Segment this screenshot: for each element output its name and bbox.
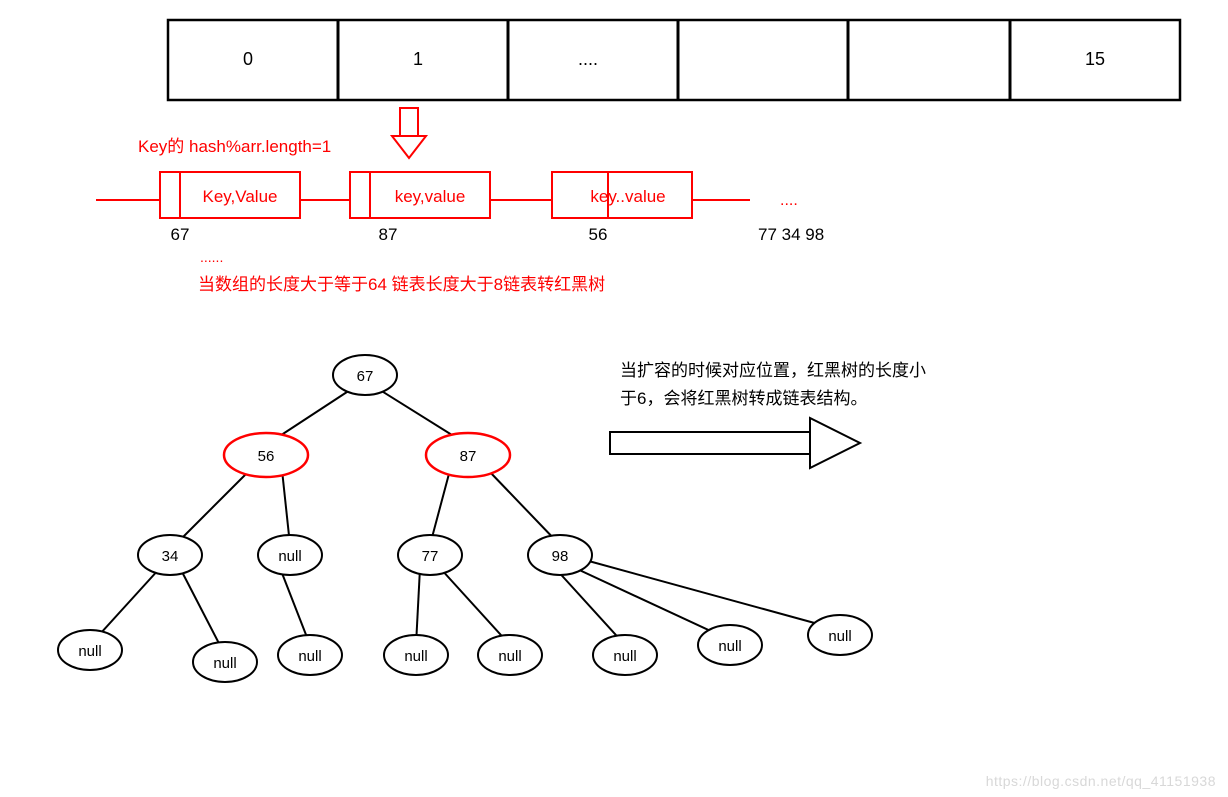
small-ellipsis: ...... [200, 249, 223, 265]
tree-leaf-label: null [78, 643, 101, 660]
node-below: 56 [589, 225, 608, 244]
right-arrow-icon [610, 418, 860, 468]
tree-leaf-label: null [404, 648, 427, 665]
node-label: key..value [590, 187, 665, 206]
array-row: 0 1 .... 15 [168, 20, 1180, 100]
tree-node-label: 77 [422, 548, 439, 565]
tree-leaf-label: null [213, 655, 236, 672]
node-below: 67 [171, 225, 190, 244]
linked-list-tail-numbers: 77 34 98 [758, 225, 824, 244]
untreeify-note-line2: 于6，会将红黑树转成链表结构。 [620, 389, 867, 408]
down-arrow-icon [392, 108, 426, 158]
tree-node-label: null [278, 548, 301, 565]
linked-list-node: key,value 87 [350, 172, 490, 244]
tree-node-root-label: 67 [357, 368, 374, 385]
node-label: key,value [395, 187, 466, 206]
array-cell-2: .... [578, 49, 598, 69]
tree-leaf-label: null [498, 648, 521, 665]
hash-formula-label: Key的 hash%arr.length=1 [138, 137, 331, 156]
array-cell-5: 15 [1085, 49, 1105, 69]
tree-leaf-label: null [298, 648, 321, 665]
tree-leaf-label: null [613, 648, 636, 665]
tree-node-label: 98 [552, 548, 569, 565]
tree-node-label: 56 [258, 448, 275, 465]
treeify-note: 当数组的长度大于等于64 链表长度大于8链表转红黑树 [198, 275, 605, 294]
linked-list-node: Key,Value 67 [160, 172, 300, 244]
watermark-text: https://blog.csdn.net/qq_41151938 [986, 773, 1216, 789]
array-cell-0: 0 [243, 49, 253, 69]
array-cell-1: 1 [413, 49, 423, 69]
linked-list-node: key..value 56 [552, 172, 692, 244]
node-label: Key,Value [203, 187, 278, 206]
untreeify-note-line1: 当扩容的时候对应位置，红黑树的长度小 [620, 361, 926, 380]
tree-leaf-label: null [828, 628, 851, 645]
node-below: 87 [379, 225, 398, 244]
tree-leaf-label: null [718, 638, 741, 655]
linked-list-tail-dots: .... [780, 192, 798, 209]
tree-node-label: 87 [460, 448, 477, 465]
tree-node-label: 34 [162, 548, 179, 565]
